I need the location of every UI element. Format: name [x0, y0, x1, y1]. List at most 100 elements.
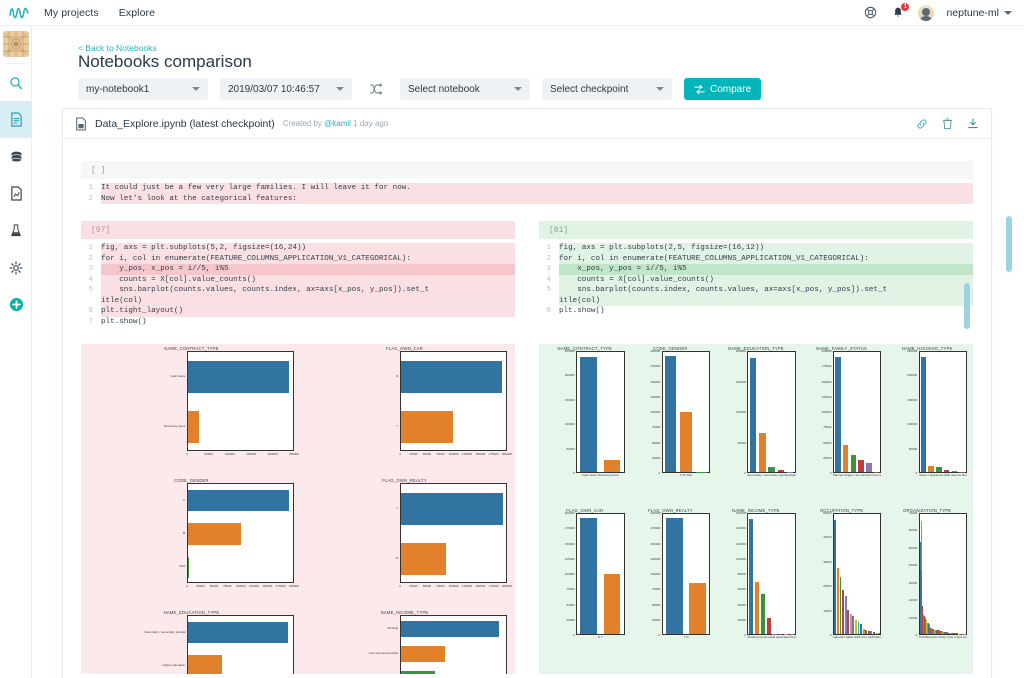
bell-icon[interactable]: 1 — [890, 2, 910, 21]
code-left-source[interactable]: 1 fig, axs = plt.subplots(5,2, figsize=(1… — [81, 239, 515, 341]
bar — [835, 357, 841, 472]
checkpoint-a-select[interactable]: 2019/03/07 10:46:57 — [220, 78, 352, 100]
bar — [766, 618, 771, 634]
notebook-b-select[interactable]: Select notebook — [400, 78, 530, 100]
download-icon[interactable] — [967, 117, 979, 130]
subplot: CODE_GENDER 0 25000 50000 75000 100000 125000… — [628, 346, 714, 494]
subplot: NAME_INCOME_TYPE 0 20000 40000 60000 80000 10… — [713, 508, 799, 656]
x-tick-labels: Married Single / not married Civil marri… — [833, 473, 882, 477]
subplot: FLAG_OWN_REALTY YN 0 25000 50000 75000 10000… — [298, 478, 512, 610]
bar — [858, 460, 864, 472]
y-tick-label: 140000 — [735, 526, 746, 531]
code-cell-left: [97] 1 fig, axs = plt.subplots(5,2, figsi… — [81, 221, 515, 341]
x-tick-labels: N Y — [597, 635, 603, 639]
sidebar-item-experiments[interactable] — [0, 212, 32, 249]
topbar-actions: 1 neptune-ml — [862, 2, 1012, 21]
y-tick-label: 200000 — [650, 349, 661, 353]
org-selector[interactable]: neptune-ml — [946, 7, 1012, 19]
line-text: y_pos, x_pos = i//5, i%5 — [101, 264, 515, 275]
project-thumbnail-icon[interactable] — [2, 31, 29, 57]
y-tick-label: Y — [396, 424, 399, 428]
sidebar-item-notebooks[interactable] — [0, 101, 32, 138]
x-tick-labels: Laborers Sales staff Core staff Managers… — [833, 635, 882, 639]
notebook-card-actions — [916, 117, 979, 130]
checkpoint-b-select[interactable]: Select checkpoint — [542, 78, 672, 100]
line-number: 1 — [546, 244, 551, 252]
page-scrollbar[interactable] — [1006, 216, 1012, 272]
bar — [844, 595, 847, 634]
x-tick-label: 50000 — [204, 452, 213, 456]
bar — [862, 628, 865, 634]
search-icon — [10, 76, 23, 89]
bar — [188, 411, 199, 443]
bar — [188, 361, 289, 393]
y-tick-label: 60000 — [908, 528, 918, 533]
plot-area — [661, 513, 711, 635]
line-number: 6 — [88, 307, 93, 315]
line-text: sns.barplot(counts.index, counts.values,… — [559, 285, 973, 296]
lifebuoy-icon[interactable] — [862, 5, 878, 21]
y-tick-label: 175000 — [821, 364, 832, 369]
plot-area — [400, 351, 507, 451]
x-tick-label: 75000 — [436, 452, 445, 456]
nav-my-projects[interactable]: My projects — [44, 7, 99, 19]
subplot: NAME_INCOME_TYPE Working Commercial assoc… — [298, 610, 511, 674]
y-tick-label: 25000 — [823, 455, 832, 460]
nav-explore[interactable]: Explore — [119, 7, 155, 19]
bar — [401, 493, 503, 525]
line-number: 7 — [88, 317, 93, 326]
link-icon[interactable] — [916, 118, 928, 130]
notebook-a-select[interactable]: my-notebook1 — [78, 78, 208, 100]
swap-icon[interactable] — [364, 82, 388, 96]
bar — [401, 620, 500, 637]
app-logo[interactable] — [0, 6, 38, 20]
y-tick-label: 100000 — [564, 572, 575, 576]
chevron-down-icon — [192, 87, 200, 91]
line-text: fig, axs = plt.subplots(5,2, figsize=(16… — [101, 243, 515, 254]
plot-area — [747, 351, 796, 473]
sidebar-item-reports[interactable] — [0, 175, 32, 212]
notebook-meta: Created by @kamil 1 day ago — [283, 119, 389, 128]
sidebar-item-data[interactable] — [0, 138, 32, 175]
checkpoint-a-value: 2019/03/07 10:46:57 — [228, 83, 320, 95]
subplot: NAME_FAMILY_STATUS 0 25000 50000 75000 10000… — [799, 346, 885, 494]
line-number: 5 — [546, 286, 551, 294]
x-tick-label: 25000 — [409, 452, 418, 456]
line-text: counts = X[col].value_counts() — [101, 274, 515, 285]
line-text: itle(col) — [559, 295, 973, 306]
compare-button[interactable]: Compare — [684, 78, 762, 100]
y-tick-label: F — [183, 497, 186, 502]
x-tick-label: 150000 — [262, 584, 273, 588]
x-tick-label: 125000 — [461, 584, 472, 588]
plot-area — [187, 351, 294, 451]
x-tick-label: 25000 — [409, 584, 418, 588]
bar — [849, 613, 852, 634]
code-horizontal-scrollbar[interactable] — [964, 283, 970, 329]
y-tick-label: 0 — [829, 471, 832, 475]
avatar[interactable] — [918, 4, 935, 21]
subplot: FLAG_OWN_CAR NY 0 25000 50000 75000 100000 12… — [298, 346, 512, 478]
bar — [834, 519, 837, 634]
output-diff-row: NAME_CONTRACT_TYPE Cash loans Revolving l… — [81, 344, 973, 674]
y-tick-label: 150000 — [650, 541, 661, 546]
meta-prefix: Created by — [282, 119, 322, 128]
output-right-figure: NAME_CONTRACT_TYPE 0 50000 100000 150000 200… — [539, 344, 973, 674]
x-tick-label: 0 — [399, 452, 402, 456]
sidebar-item-settings[interactable] — [0, 249, 32, 286]
x-tick-label: 0 — [399, 584, 402, 588]
sidebar-item-search[interactable] — [0, 64, 32, 101]
trash-icon[interactable] — [942, 117, 953, 130]
x-tick-label: 100000 — [448, 452, 459, 456]
notebook-file-name: Data_Explore.ipynb (latest checkpoint) — [95, 117, 275, 130]
bar — [836, 567, 839, 634]
notebook-author[interactable]: @kamil — [324, 119, 351, 128]
code-right-source[interactable]: 1 fig, axs = plt.subplots(2,5, figsize=(1… — [539, 239, 973, 341]
line-text: for i, col in enumerate(FEATURE_COLUMNS_… — [559, 253, 973, 264]
sidebar-item-add[interactable] — [0, 286, 32, 323]
y-tick-label: 70000 — [908, 511, 918, 515]
bar — [870, 631, 873, 634]
y-tick-label: 75000 — [652, 587, 661, 592]
y-tick-label: 175000 — [650, 364, 661, 369]
y-tick-label: 100000 — [735, 410, 746, 414]
x-tick-labels: House / apartment With parents Municipal… — [918, 473, 967, 477]
